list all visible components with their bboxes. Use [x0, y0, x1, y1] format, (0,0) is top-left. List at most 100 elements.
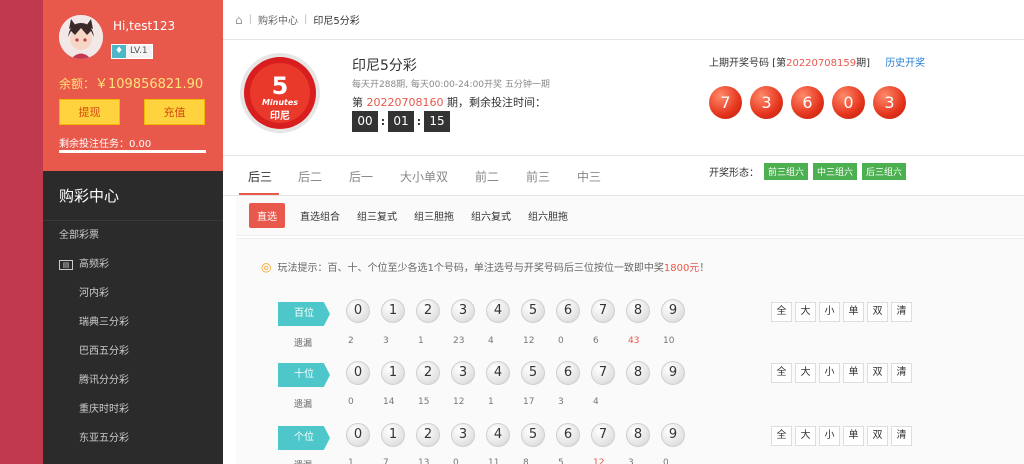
last-draw-suffix: 期] — [856, 58, 870, 69]
tab-zhong-san[interactable]: 中三 — [577, 168, 601, 185]
sidebar-item-game[interactable]: 巴西五分彩 — [43, 337, 223, 366]
miss-value: 5 — [558, 458, 564, 464]
digit-ball[interactable]: 1 — [381, 423, 405, 447]
avatar[interactable] — [59, 15, 103, 59]
tab-qian-er[interactable]: 前二 — [475, 168, 499, 185]
select-big-button[interactable]: 大 — [795, 426, 816, 446]
tab-big-small[interactable]: 大小单双 — [400, 168, 448, 185]
lightbulb-icon: ◎ — [261, 259, 272, 274]
tab-qian-san[interactable]: 前三 — [526, 168, 550, 185]
digit-ball[interactable]: 6 — [556, 299, 580, 323]
select-all-button[interactable]: 全 — [771, 363, 792, 383]
select-small-button[interactable]: 小 — [819, 426, 840, 446]
withdraw-button[interactable]: 提现 — [59, 99, 120, 125]
digit-ball[interactable]: 5 — [521, 299, 545, 323]
select-all-button[interactable]: 全 — [771, 302, 792, 322]
digit-ball[interactable]: 6 — [556, 423, 580, 447]
digit-ball[interactable]: 4 — [486, 299, 510, 323]
miss-row-units: 1 7 13 0 11 8 5 12 3 0 — [346, 458, 696, 464]
sidebar-item-game[interactable]: 河内彩 — [43, 279, 223, 308]
digit-ball[interactable]: 0 — [346, 299, 370, 323]
subtab-direct[interactable]: 直选 — [249, 203, 285, 228]
select-all-button[interactable]: 全 — [771, 426, 792, 446]
select-odd-button[interactable]: 单 — [843, 302, 864, 322]
play-tip: ◎ 玩法提示：百、十、个位至少各选1个号码，单注选号与开奖号码后三位按位一致即中… — [261, 259, 709, 275]
row-label-tens: 十位 — [278, 363, 330, 387]
sidebar-item-game[interactable]: 重庆时时彩 — [43, 395, 223, 424]
digit-ball[interactable]: 6 — [556, 361, 580, 385]
digit-ball[interactable]: 1 — [381, 299, 405, 323]
miss-value: 6 — [593, 336, 599, 346]
select-even-button[interactable]: 双 — [867, 302, 888, 322]
digit-ball[interactable]: 2 — [416, 299, 440, 323]
clear-button[interactable]: 清 — [891, 363, 912, 383]
digit-ball[interactable]: 7 — [591, 361, 615, 385]
miss-value: 0 — [348, 397, 354, 407]
digit-ball[interactable]: 3 — [451, 423, 475, 447]
miss-value: 15 — [418, 397, 430, 407]
digit-ball[interactable]: 4 — [486, 361, 510, 385]
select-big-button[interactable]: 大 — [795, 363, 816, 383]
digit-ball[interactable]: 7 — [591, 299, 615, 323]
recharge-button[interactable]: 充值 — [144, 99, 205, 125]
digit-ball[interactable]: 7 — [591, 423, 615, 447]
digit-ball[interactable]: 8 — [626, 361, 650, 385]
select-small-button[interactable]: 小 — [819, 363, 840, 383]
history-link[interactable]: 历史开奖 — [885, 58, 925, 69]
digit-ball[interactable]: 4 — [486, 423, 510, 447]
digit-ball[interactable]: 9 — [661, 299, 685, 323]
digit-ball[interactable]: 9 — [661, 423, 685, 447]
digit-ball[interactable]: 0 — [346, 423, 370, 447]
miss-value: 3 — [383, 336, 389, 346]
digit-ball[interactable]: 1 — [381, 361, 405, 385]
digit-ball[interactable]: 2 — [416, 423, 440, 447]
task-progress-bar — [59, 150, 206, 153]
breadcrumb-section[interactable]: 购彩中心 — [258, 12, 298, 27]
miss-value: 3 — [628, 458, 634, 464]
digit-ball[interactable]: 5 — [521, 361, 545, 385]
sidebar-group-highfreq[interactable]: ▤ 高频彩 — [43, 250, 223, 279]
tab-hou-er[interactable]: 后二 — [298, 168, 322, 185]
miss-value: 4 — [488, 336, 494, 346]
subtab-group3-drag[interactable]: 组三胆拖 — [414, 203, 454, 228]
clear-button[interactable]: 清 — [891, 302, 912, 322]
select-odd-button[interactable]: 单 — [843, 363, 864, 383]
home-icon[interactable]: ⌂ — [235, 13, 243, 27]
left-strip — [0, 0, 43, 464]
issue-prefix: 第 — [352, 96, 363, 109]
sidebar: Hi,test123 ♦ LV.1 余额：￥109856821.90 提现 充值… — [43, 0, 223, 464]
tab-hou-yi[interactable]: 后一 — [349, 168, 373, 185]
select-even-button[interactable]: 双 — [867, 426, 888, 446]
digit-ball[interactable]: 0 — [346, 361, 370, 385]
clear-button[interactable]: 清 — [891, 426, 912, 446]
select-big-button[interactable]: 大 — [795, 302, 816, 322]
miss-value: 43 — [628, 336, 640, 346]
digit-ball[interactable]: 8 — [626, 299, 650, 323]
digit-ball[interactable]: 9 — [661, 361, 685, 385]
subtab-group3-multi[interactable]: 组三复式 — [357, 203, 397, 228]
subtab-group6-multi[interactable]: 组六复式 — [471, 203, 511, 228]
digit-ball[interactable]: 3 — [451, 299, 475, 323]
select-even-button[interactable]: 双 — [867, 363, 888, 383]
sidebar-item-game[interactable]: 瑞典三分彩 — [43, 308, 223, 337]
select-odd-button[interactable]: 单 — [843, 426, 864, 446]
subtab-direct-combo[interactable]: 直选组合 — [300, 203, 340, 228]
tab-hou-san[interactable]: 后三 — [248, 168, 272, 185]
select-small-button[interactable]: 小 — [819, 302, 840, 322]
bet-panel: ◎ 玩法提示：百、十、个位至少各选1个号码，单注选号与开奖号码后三位按位一致即中… — [236, 238, 1024, 464]
digit-ball[interactable]: 3 — [451, 361, 475, 385]
active-tab-underline — [239, 193, 279, 195]
digit-ball[interactable]: 5 — [521, 423, 545, 447]
miss-value: 7 — [383, 458, 389, 464]
miss-label: 遗漏 — [294, 400, 313, 410]
digit-ball[interactable]: 2 — [416, 361, 440, 385]
miss-label: 遗漏 — [294, 458, 312, 464]
game-name: 印尼5分彩 — [352, 58, 417, 74]
quick-select-tens: 全 大 小 单 双 清 — [771, 363, 915, 383]
miss-value: 1 — [488, 397, 494, 407]
digit-ball[interactable]: 8 — [626, 423, 650, 447]
sidebar-item-game[interactable]: 东亚五分彩 — [43, 424, 223, 453]
sidebar-item-all[interactable]: 全部彩票 — [43, 221, 223, 250]
sidebar-item-game[interactable]: 腾讯分分彩 — [43, 366, 223, 395]
subtab-group6-drag[interactable]: 组六胆拖 — [528, 203, 568, 228]
